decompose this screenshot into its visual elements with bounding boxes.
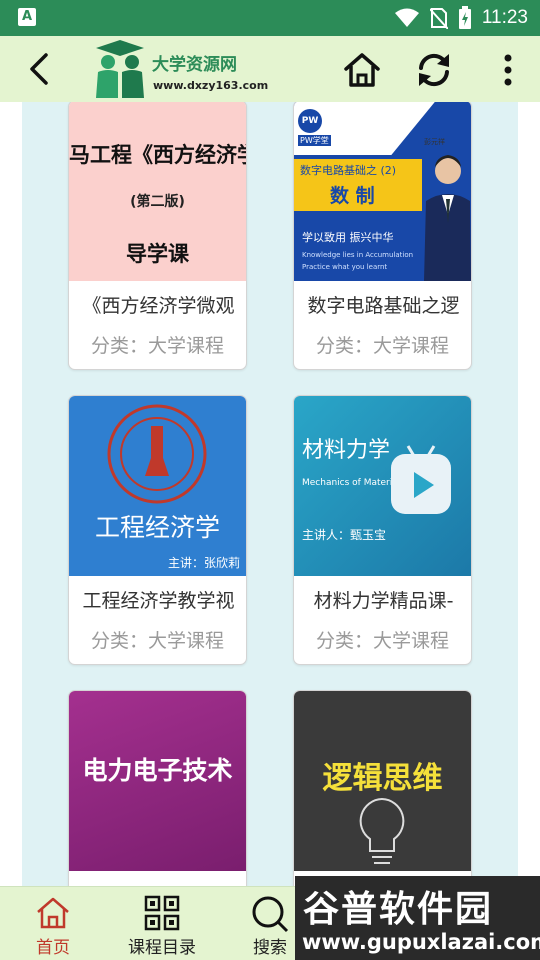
course-thumbnail: 工程经济学 主讲：张欣莉 <box>69 396 246 576</box>
search-icon <box>252 896 289 933</box>
course-category: 分类：大学课程 <box>315 630 449 652</box>
course-card[interactable]: 材料力学 Mechanics of Materials 主讲人：甄玉宝 材料力学… <box>293 395 472 665</box>
thumb-title: 逻辑思维 <box>322 761 443 796</box>
thumb-edition: (第二版) <box>130 194 185 210</box>
watermark-url: www.gupuxlazai.com <box>302 930 540 954</box>
presenter-photo <box>424 155 471 281</box>
pw-logo-icon: PW <box>298 109 322 133</box>
watermark: 谷普软件园 www.gupuxlazai.com <box>295 876 540 960</box>
home-icon[interactable] <box>341 50 383 90</box>
app-notification-icon: A <box>18 8 36 26</box>
thumb-badge: PW学堂 <box>298 135 331 146</box>
nav-catalog-label: 课程目录 <box>128 938 196 958</box>
nav-home[interactable]: 首页 <box>8 887 98 960</box>
thumb-series: 数字电路基础之 (2) <box>300 164 397 177</box>
refresh-icon[interactable] <box>413 50 455 90</box>
thumb-title: 工程经济学 <box>94 513 220 542</box>
course-card[interactable]: 逻辑思维 <box>293 690 472 886</box>
app-bar: 大学资源网 www.dxzy163.com <box>0 36 540 102</box>
thumb-english-1: Knowledge lies in Accumulation <box>302 251 414 259</box>
course-category: 分类：大学课程 <box>315 335 449 357</box>
course-card[interactable]: PW PW学堂 数字电路基础之 (2) 数 制 学以致用 振兴中华 Knowle… <box>293 102 472 370</box>
video-play-icon <box>391 445 451 514</box>
brand-name: 大学资源网 <box>152 55 237 75</box>
more-options-icon[interactable] <box>496 50 520 90</box>
thumb-title: 马工程《西方经济学》 <box>69 143 246 167</box>
course-thumbnail: 逻辑思维 <box>294 691 471 871</box>
thumb-english-2: Practice what you learnt <box>302 263 388 271</box>
nav-catalog[interactable]: 课程目录 <box>117 887 207 960</box>
course-thumbnail: 材料力学 Mechanics of Materials 主讲人：甄玉宝 <box>294 396 471 576</box>
course-title[interactable]: 工程经济学教学视 <box>71 586 246 613</box>
course-title[interactable]: 材料力学精品课- <box>296 586 471 613</box>
course-list[interactable]: 马工程《西方经济学》 (第二版) 导学课 《西方经济学微观 分类：大学课程 PW… <box>0 102 540 886</box>
university-seal-icon <box>107 404 207 504</box>
nav-home-label: 首页 <box>36 938 70 958</box>
thumb-lecturer: 主讲：张欣莉 <box>167 556 240 570</box>
battery-charging-icon <box>458 6 471 29</box>
home-icon <box>37 897 69 929</box>
course-category: 分类：大学课程 <box>90 335 224 357</box>
course-title[interactable]: 数字电路基础之逻 <box>296 291 471 318</box>
no-sim-icon <box>429 8 448 29</box>
thumb-title: 材料力学 <box>302 438 391 463</box>
course-category: 分类：大学课程 <box>90 630 224 652</box>
course-thumbnail: 电力电子技术 <box>69 691 246 871</box>
brand-url: www.dxzy163.com <box>153 79 269 92</box>
grid-icon <box>144 895 180 931</box>
logo-icon <box>96 40 144 98</box>
app-screen: { "status_bar": {"time": "11:23", "app_i… <box>0 0 540 960</box>
status-icons: 11:23 <box>394 0 528 36</box>
course-thumbnail: 马工程《西方经济学》 (第二版) 导学课 <box>69 102 246 281</box>
thumb-lecturer: 主讲人：甄玉宝 <box>302 528 387 542</box>
thumb-slogan: 学以致用 振兴中华 <box>302 231 394 244</box>
thumb-title: 数 制 <box>330 185 375 207</box>
clock: 11:23 <box>481 7 528 28</box>
course-card[interactable]: 工程经济学 主讲：张欣莉 工程经济学教学视 分类：大学课程 <box>68 395 247 665</box>
watermark-title: 谷普软件园 <box>303 889 494 930</box>
course-title[interactable]: 《西方经济学微观 <box>71 291 246 318</box>
thumb-subtitle: 导学课 <box>126 242 189 266</box>
lightbulb-icon <box>359 797 405 864</box>
status-bar: A 11:23 <box>0 0 540 36</box>
course-card[interactable]: 电力电子技术 <box>68 690 247 886</box>
course-thumbnail: PW PW学堂 数字电路基础之 (2) 数 制 学以致用 振兴中华 Knowle… <box>294 102 471 281</box>
thumb-title: 电力电子技术 <box>82 756 233 785</box>
course-grid: 马工程《西方经济学》 (第二版) 导学课 《西方经济学微观 分类：大学课程 PW… <box>22 102 518 886</box>
back-arrow-icon[interactable] <box>22 50 58 88</box>
course-card[interactable]: 马工程《西方经济学》 (第二版) 导学课 《西方经济学微观 分类：大学课程 <box>68 102 247 370</box>
wifi-icon <box>394 8 419 27</box>
